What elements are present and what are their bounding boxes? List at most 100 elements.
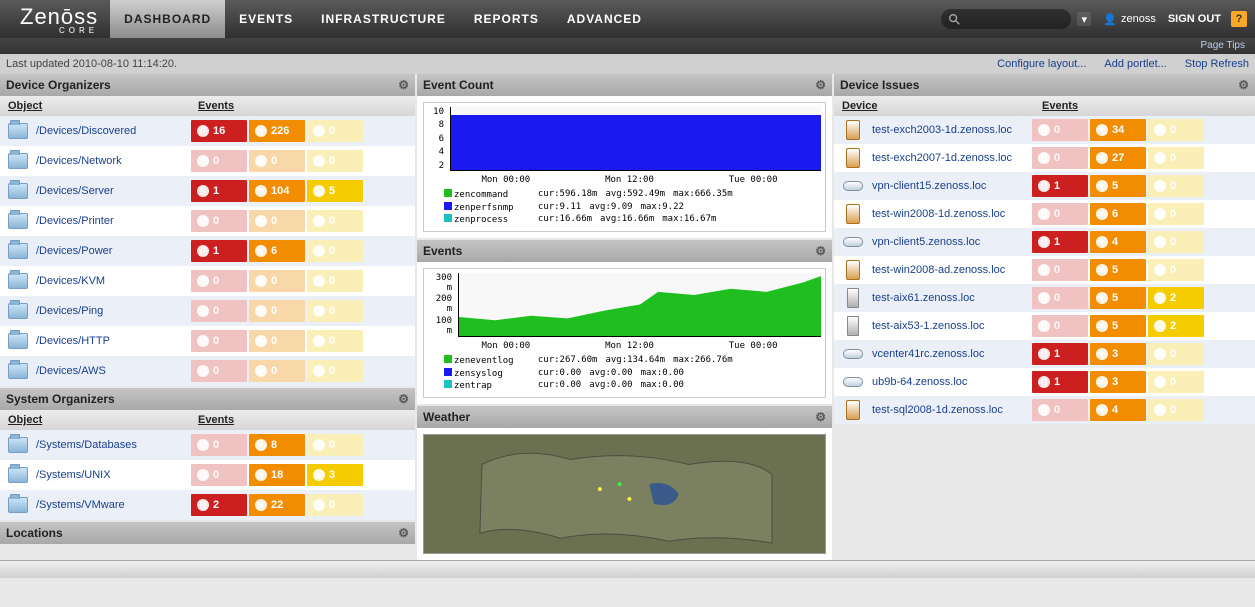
critical-badge[interactable]: !!0 (1032, 203, 1088, 225)
organizer-link[interactable]: /Devices/Network (36, 155, 191, 167)
organizer-link[interactable]: /Devices/Printer (36, 215, 191, 227)
error-badge[interactable]: ▼4 (1090, 399, 1146, 421)
error-badge[interactable]: ▼0 (249, 330, 305, 352)
device-link[interactable]: vpn-client5.zenoss.loc (872, 236, 1032, 248)
warning-badge[interactable]: ▲0 (307, 210, 363, 232)
error-badge[interactable]: ▼0 (249, 300, 305, 322)
device-link[interactable]: test-sql2008-1d.zenoss.loc (872, 404, 1032, 416)
nav-dashboard[interactable]: DASHBOARD (110, 0, 225, 38)
error-badge[interactable]: ▼5 (1090, 315, 1146, 337)
col-events[interactable]: Events (198, 414, 234, 426)
warning-badge[interactable]: ▲0 (1148, 203, 1204, 225)
organizer-link[interactable]: /Systems/VMware (36, 499, 191, 511)
critical-badge[interactable]: !!1 (1032, 371, 1088, 393)
critical-badge[interactable]: !!0 (1032, 259, 1088, 281)
warning-badge[interactable]: ▲0 (307, 330, 363, 352)
warning-badge[interactable]: ▲5 (307, 180, 363, 202)
device-link[interactable]: test-aix53-1.zenoss.loc (872, 320, 1032, 332)
gear-icon[interactable]: ⚙ (398, 526, 409, 540)
warning-badge[interactable]: ▲0 (1148, 371, 1204, 393)
warning-badge[interactable]: ▲0 (1148, 259, 1204, 281)
device-link[interactable]: test-aix61.zenoss.loc (872, 292, 1032, 304)
nav-infrastructure[interactable]: INFRASTRUCTURE (307, 0, 460, 38)
nav-reports[interactable]: REPORTS (460, 0, 553, 38)
error-badge[interactable]: ▼3 (1090, 343, 1146, 365)
col-events[interactable]: Events (1042, 100, 1078, 112)
organizer-link[interactable]: /Devices/Power (36, 245, 191, 257)
stop-refresh-link[interactable]: Stop Refresh (1185, 58, 1249, 70)
critical-badge[interactable]: !!0 (191, 330, 247, 352)
critical-badge[interactable]: !!1 (1032, 175, 1088, 197)
warning-badge[interactable]: ▲0 (1148, 399, 1204, 421)
critical-badge[interactable]: !!0 (191, 434, 247, 456)
organizer-link[interactable]: /Systems/Databases (36, 439, 191, 451)
col-object[interactable]: Object (8, 100, 198, 112)
critical-badge[interactable]: !!0 (191, 300, 247, 322)
warning-badge[interactable]: ▲2 (1148, 315, 1204, 337)
device-link[interactable]: test-exch2003-1d.zenoss.loc (872, 124, 1032, 136)
page-tips-link[interactable]: Page Tips (1201, 40, 1245, 51)
error-badge[interactable]: ▼226 (249, 120, 305, 142)
critical-badge[interactable]: !!0 (1032, 315, 1088, 337)
col-events[interactable]: Events (198, 100, 234, 112)
organizer-link[interactable]: /Devices/Discovered (36, 125, 191, 137)
critical-badge[interactable]: !!0 (191, 270, 247, 292)
error-badge[interactable]: ▼0 (249, 270, 305, 292)
error-badge[interactable]: ▼4 (1090, 231, 1146, 253)
search-input[interactable] (941, 9, 1071, 29)
critical-badge[interactable]: !!0 (191, 360, 247, 382)
critical-badge[interactable]: !!0 (191, 210, 247, 232)
organizer-link[interactable]: /Devices/AWS (36, 365, 191, 377)
organizer-link[interactable]: /Devices/HTTP (36, 335, 191, 347)
gear-icon[interactable]: ⚙ (815, 244, 826, 258)
gear-icon[interactable]: ⚙ (815, 410, 826, 424)
error-badge[interactable]: ▼0 (249, 210, 305, 232)
col-object[interactable]: Object (8, 414, 198, 426)
warning-badge[interactable]: ▲0 (307, 360, 363, 382)
critical-badge[interactable]: !!0 (1032, 119, 1088, 141)
gear-icon[interactable]: ⚙ (815, 78, 826, 92)
nav-advanced[interactable]: ADVANCED (553, 0, 656, 38)
warning-badge[interactable]: ▲0 (307, 300, 363, 322)
device-link[interactable]: vpn-client15.zenoss.loc (872, 180, 1032, 192)
warning-badge[interactable]: ▲0 (1148, 175, 1204, 197)
warning-badge[interactable]: ▲2 (1148, 287, 1204, 309)
organizer-link[interactable]: /Devices/Ping (36, 305, 191, 317)
search-dropdown[interactable]: ▾ (1077, 12, 1091, 26)
warning-badge[interactable]: ▲0 (307, 494, 363, 516)
device-link[interactable]: vcenter41rc.zenoss.loc (872, 348, 1032, 360)
critical-badge[interactable]: !!0 (1032, 147, 1088, 169)
warning-badge[interactable]: ▲0 (307, 270, 363, 292)
organizer-link[interactable]: /Devices/Server (36, 185, 191, 197)
col-device[interactable]: Device (842, 100, 1042, 112)
error-badge[interactable]: ▼5 (1090, 259, 1146, 281)
error-badge[interactable]: ▼0 (249, 150, 305, 172)
gear-icon[interactable]: ⚙ (398, 78, 409, 92)
error-badge[interactable]: ▼27 (1090, 147, 1146, 169)
critical-badge[interactable]: !!0 (191, 464, 247, 486)
error-badge[interactable]: ▼6 (1090, 203, 1146, 225)
warning-badge[interactable]: ▲0 (307, 120, 363, 142)
device-link[interactable]: test-win2008-1d.zenoss.loc (872, 208, 1032, 220)
signout-link[interactable]: SIGN OUT (1168, 13, 1221, 25)
warning-badge[interactable]: ▲0 (1148, 343, 1204, 365)
error-badge[interactable]: ▼18 (249, 464, 305, 486)
gear-icon[interactable]: ⚙ (398, 392, 409, 406)
warning-badge[interactable]: ▲0 (1148, 119, 1204, 141)
nav-events[interactable]: EVENTS (225, 0, 307, 38)
warning-badge[interactable]: ▲0 (307, 240, 363, 262)
device-link[interactable]: test-exch2007-1d.zenoss.loc (872, 152, 1032, 164)
critical-badge[interactable]: !!0 (1032, 399, 1088, 421)
organizer-link[interactable]: /Systems/UNIX (36, 469, 191, 481)
organizer-link[interactable]: /Devices/KVM (36, 275, 191, 287)
error-badge[interactable]: ▼3 (1090, 371, 1146, 393)
error-badge[interactable]: ▼8 (249, 434, 305, 456)
error-badge[interactable]: ▼6 (249, 240, 305, 262)
warning-badge[interactable]: ▲0 (307, 150, 363, 172)
device-link[interactable]: test-win2008-ad.zenoss.loc (872, 264, 1032, 276)
user-menu[interactable]: 👤 zenoss (1103, 13, 1156, 26)
error-badge[interactable]: ▼5 (1090, 175, 1146, 197)
error-badge[interactable]: ▼5 (1090, 287, 1146, 309)
critical-badge[interactable]: !!1 (1032, 343, 1088, 365)
critical-badge[interactable]: !!0 (191, 150, 247, 172)
